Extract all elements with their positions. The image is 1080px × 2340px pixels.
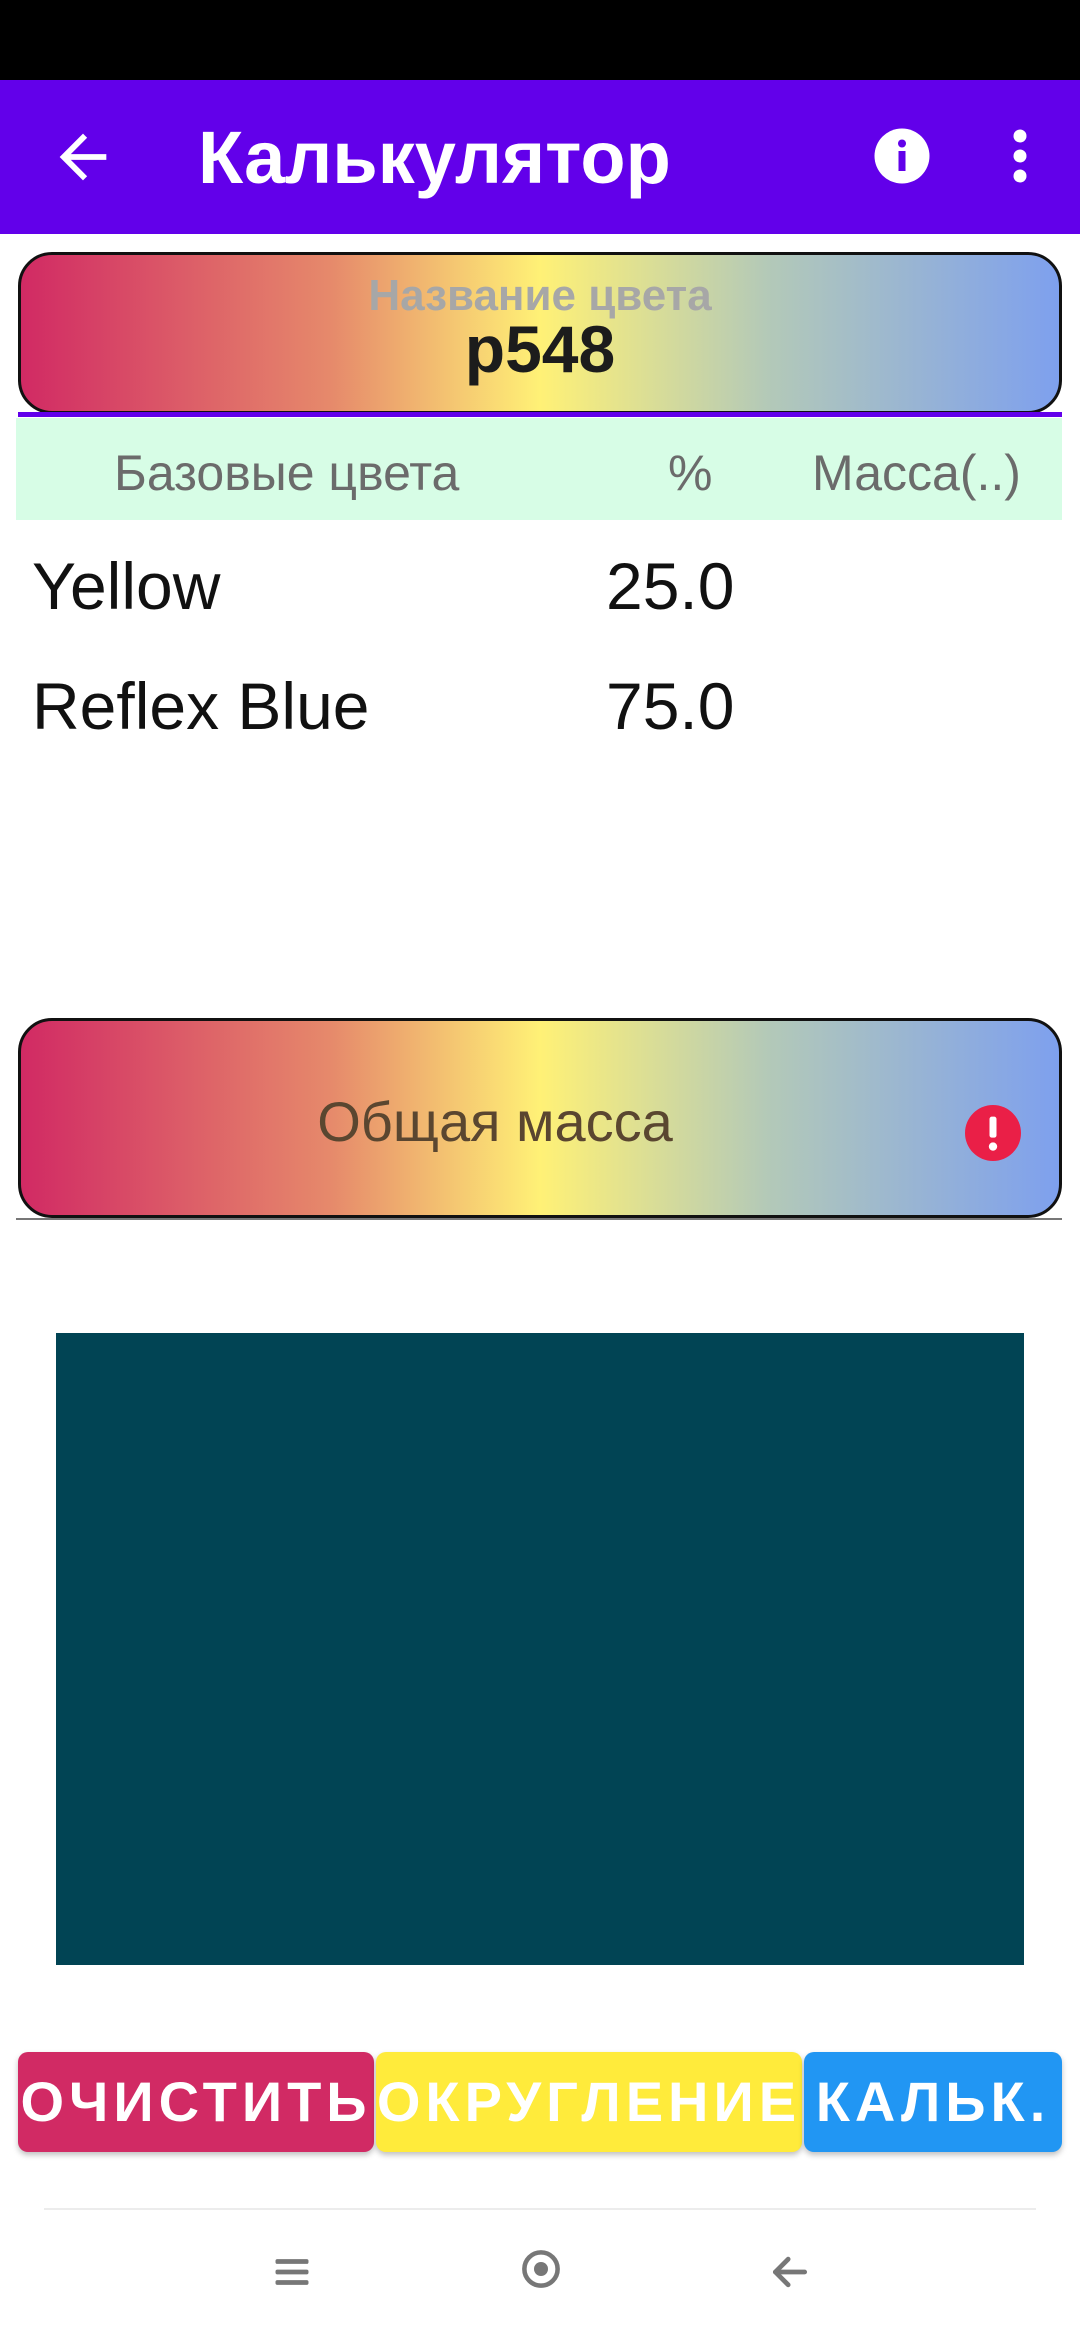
- home-icon[interactable]: [520, 2248, 562, 2290]
- row-color-name: Reflex Blue: [32, 669, 370, 743]
- color-name-underline: [18, 412, 1062, 417]
- nav-divider: [44, 2208, 1036, 2210]
- info-icon[interactable]: [872, 126, 932, 186]
- arrow-left-icon[interactable]: [48, 122, 118, 192]
- status-bar: [0, 0, 1080, 80]
- table-row[interactable]: Yellow 25.0: [0, 548, 1080, 658]
- table-header: Базовые цвета % Масса(..): [16, 418, 1062, 520]
- row-percent: 25.0: [606, 549, 735, 623]
- color-swatch: [56, 1333, 1024, 1965]
- color-name-field[interactable]: Название цвета p548: [18, 252, 1062, 414]
- menu-icon[interactable]: [270, 2250, 314, 2294]
- round-button[interactable]: ОКРУГЛЕНИЕ: [376, 2052, 802, 2152]
- back-arrow-icon[interactable]: [768, 2250, 812, 2294]
- clear-button[interactable]: ОЧИСТИТЬ: [18, 2052, 374, 2152]
- row-color-name: Yellow: [32, 549, 221, 623]
- total-mass-underline: [16, 1218, 1062, 1220]
- error-icon: [965, 1105, 1021, 1161]
- page-title: Калькулятор: [198, 116, 671, 199]
- total-mass-placeholder: Общая масса: [317, 1090, 673, 1153]
- header-mass: Масса(..): [812, 445, 1021, 501]
- app-bar: Калькулятор: [0, 80, 1080, 234]
- header-percent: %: [668, 445, 713, 501]
- table-row[interactable]: Reflex Blue 75.0: [0, 668, 1080, 778]
- row-percent: 75.0: [606, 669, 735, 743]
- calculate-button[interactable]: КАЛЬК.: [804, 2052, 1062, 2152]
- header-base-colors: Базовые цвета: [114, 445, 460, 501]
- color-name-value: p548: [464, 312, 616, 386]
- more-vertical-icon[interactable]: [1000, 126, 1040, 186]
- total-mass-input[interactable]: Общая масса: [18, 1018, 1062, 1218]
